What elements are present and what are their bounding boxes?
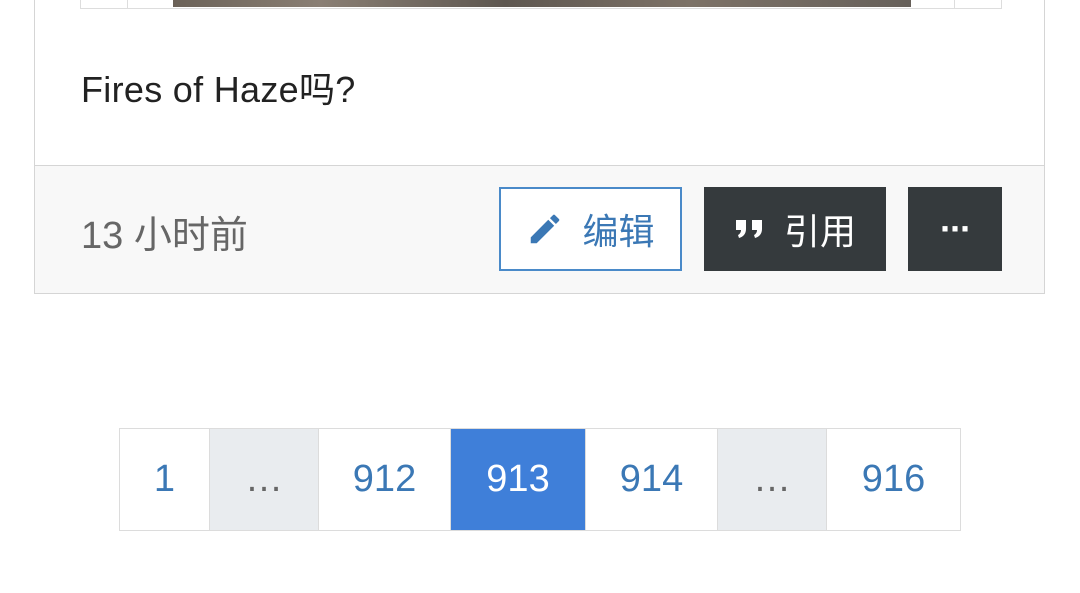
page-link-1[interactable]: 1 xyxy=(120,429,210,530)
quote-button-label: 引用 xyxy=(783,211,856,252)
page-link-914[interactable]: 914 xyxy=(586,429,718,530)
page-ellipsis: … xyxy=(718,429,827,530)
post-card: Fires of Haze吗? 13 小时前 编辑 引用 ··· xyxy=(34,0,1045,294)
post-timestamp: 13 小时前 xyxy=(81,215,248,257)
page-link-913-active[interactable]: 913 xyxy=(451,429,586,530)
post-body-text: Fires of Haze吗? xyxy=(81,69,356,110)
quote-icon xyxy=(734,216,766,242)
edit-button[interactable]: 编辑 xyxy=(499,187,682,271)
post-image-frame xyxy=(80,0,1002,9)
page-link-912[interactable]: 912 xyxy=(319,429,451,530)
post-image xyxy=(173,0,911,7)
more-horizontal-icon: ··· xyxy=(940,208,972,249)
quote-button[interactable]: 引用 xyxy=(704,187,886,271)
image-frame-divider xyxy=(954,0,955,8)
pagination: 1 … 912 913 914 … 916 xyxy=(119,428,961,531)
more-options-button[interactable]: ··· xyxy=(908,187,1002,271)
page-ellipsis: … xyxy=(210,429,319,530)
pencil-icon xyxy=(526,210,564,248)
post-footer: 13 小时前 编辑 引用 ··· xyxy=(35,165,1044,293)
image-frame-divider xyxy=(127,0,128,8)
page-link-916[interactable]: 916 xyxy=(827,429,960,530)
edit-button-label: 编辑 xyxy=(582,211,655,252)
